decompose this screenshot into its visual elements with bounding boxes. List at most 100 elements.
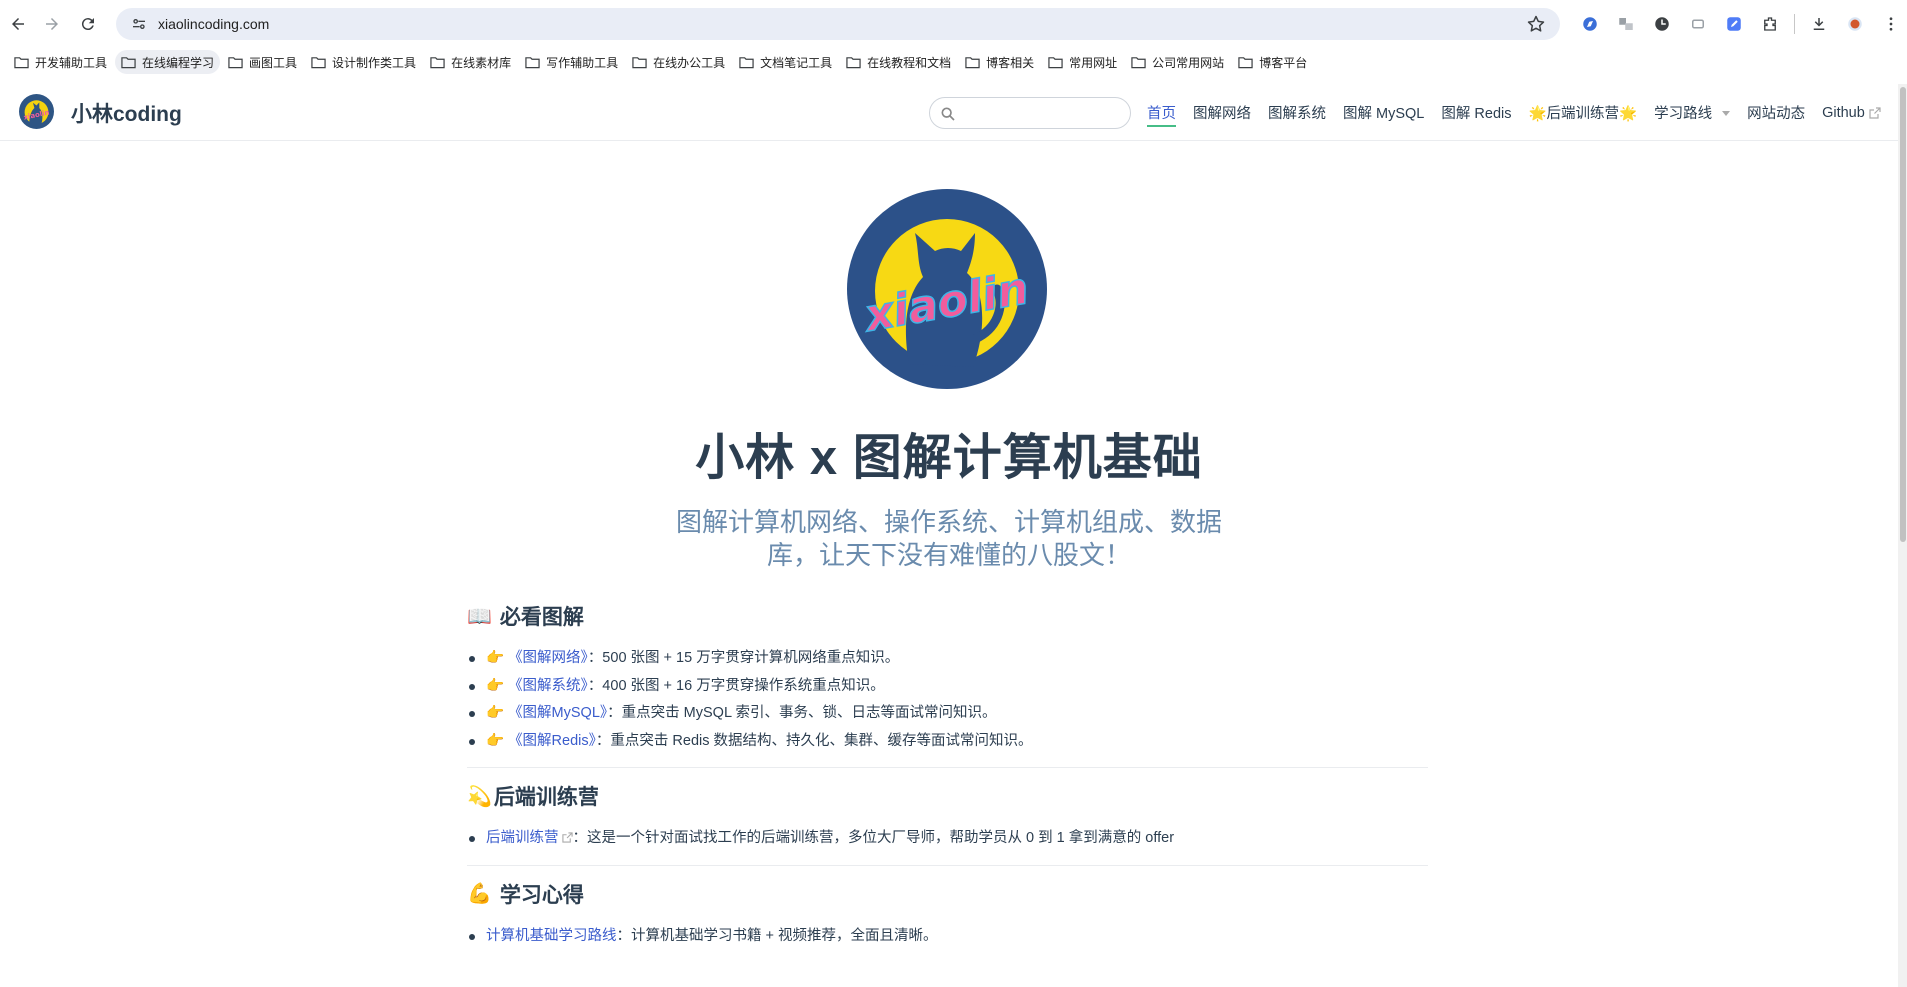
bookmark-folder[interactable]: 在线素材库 <box>424 50 517 74</box>
bookmark-folder[interactable]: 设计制作类工具 <box>305 50 422 74</box>
extensions-menu-button[interactable] <box>1752 10 1788 38</box>
bookmark-label: 在线教程和文档 <box>867 55 952 70</box>
kebab-menu-icon <box>1889 17 1893 31</box>
list-item-text: ：计算机基础学习书籍 + 视频推荐，全面且清晰。 <box>616 927 938 944</box>
bookmark-label: 写作辅助工具 <box>546 55 619 70</box>
bookmark-label: 文档笔记工具 <box>760 55 833 70</box>
tab-extension-icon <box>1692 19 1704 29</box>
link-redis-book[interactable]: 《图解Redis》 <box>508 733 596 749</box>
url-text[interactable]: xiaolincoding.com <box>158 16 269 32</box>
bookmark-folder[interactable]: 常用网址 <box>1042 50 1123 74</box>
bookmark-folder[interactable]: 文档笔记工具 <box>733 50 838 74</box>
bookmark-label: 画图工具 <box>249 55 298 70</box>
bookmark-folder[interactable]: 在线编程学习 <box>115 50 221 74</box>
list-item-text: ：重点突击 Redis 数据结构、持久化、集群、缓存等面试常问知识。 <box>595 732 1033 749</box>
bookmark-folder[interactable]: 博客相关 <box>959 50 1040 74</box>
bookmark-label: 在线编程学习 <box>142 55 215 70</box>
bookmark-folder[interactable]: 在线教程和文档 <box>840 50 957 74</box>
back-button[interactable] <box>0 6 36 42</box>
nav-link-system[interactable]: 图解系统 <box>1268 84 1326 141</box>
bookmark-label: 常用网址 <box>1069 55 1118 70</box>
folder-icon <box>14 56 29 68</box>
nav-link-redis[interactable]: 图解 Redis <box>1441 84 1511 141</box>
link-mysql-book[interactable]: 《图解MySQL》 <box>508 705 607 721</box>
extension-button[interactable] <box>1608 10 1644 38</box>
bookmark-label: 开发辅助工具 <box>35 55 108 70</box>
pointing-hand-icon: 👉 <box>486 732 505 749</box>
link-learning-roadmap[interactable]: 计算机基础学习路线 <box>486 928 617 944</box>
list-item-text: ：这是一个针对面试找工作的后端训练营，多位大厂导师，帮助学员从 0 到 1 拿到… <box>572 830 1175 846</box>
hero-description: 图解计算机网络、操作系统、计算机组成、数据库，让天下没有难懂的八股文！ <box>675 507 1222 570</box>
address-bar[interactable]: xiaolincoding.com <box>116 8 1560 40</box>
toolbar-divider <box>1794 14 1795 34</box>
puzzle-icon <box>1764 17 1776 31</box>
bookmark-folder[interactable]: 在线办公工具 <box>626 50 731 74</box>
folder-icon <box>632 56 647 68</box>
folder-icon <box>739 56 754 68</box>
folder-icon <box>121 56 136 68</box>
downloads-button[interactable] <box>1801 10 1837 38</box>
section-title: 后端训练营 <box>493 786 599 809</box>
browser-toolbar: xiaolincoding.com <box>0 0 1907 48</box>
scrollbar-thumb[interactable] <box>1900 87 1906 542</box>
section-heading-backend-camp: 💫 后端训练营 <box>467 780 1428 812</box>
list-item: 👉 《图解MySQL》：重点突击 MySQL 索引、事务、锁、日志等面试常问知识。 <box>467 700 1428 728</box>
compass-extension-icon <box>1583 17 1597 31</box>
link-backend-camp[interactable]: 后端训练营 <box>486 830 573 846</box>
list-item-text: ：重点突击 MySQL 索引、事务、锁、日志等面试常问知识。 <box>607 705 997 721</box>
site-search[interactable] <box>929 97 1131 129</box>
list-item: 👉 《图解Redis》：重点突击 Redis 数据结构、持久化、集群、缓存等面试常… <box>467 728 1428 756</box>
section-divider <box>467 864 1428 866</box>
profile-button[interactable] <box>1837 10 1873 38</box>
translate-extension-icon <box>1619 18 1633 30</box>
nav-dropdown-roadmap[interactable]: 学习路线 <box>1654 84 1731 141</box>
extension-button[interactable] <box>1716 10 1752 38</box>
browser-menu-button[interactable] <box>1873 10 1907 38</box>
flexed-biceps-icon: 💪 <box>467 883 492 905</box>
bookmark-folder[interactable]: 博客平台 <box>1232 50 1313 74</box>
bookmark-label: 在线素材库 <box>451 55 512 70</box>
bookmark-folder[interactable]: 写作辅助工具 <box>519 50 624 74</box>
extension-button[interactable] <box>1680 10 1716 38</box>
section-heading-must-read: 📖 必看图解 <box>467 600 1428 632</box>
list-item: 👉 《图解网络》：500 张图 + 15 万字贯穿计算机网络重点知识。 <box>467 645 1428 673</box>
extension-button[interactable] <box>1644 10 1680 38</box>
nav-link-network[interactable]: 图解网络 <box>1193 84 1251 141</box>
bookmarks-bar: 开发辅助工具 在线编程学习 画图工具 设计制作类工具 在线素材库 写作辅助工具 在线办公工具… <box>0 48 1907 76</box>
nav-link-github[interactable]: Github <box>1822 84 1881 141</box>
extension-button[interactable] <box>1572 10 1608 38</box>
site-name[interactable]: 小林coding <box>71 98 182 128</box>
site-logo[interactable]: xiaolin <box>19 94 54 129</box>
link-system-book[interactable]: 《图解系统》 <box>508 678 588 694</box>
section-title: 必看图解 <box>499 606 584 629</box>
site-info-button[interactable] <box>124 9 154 39</box>
nav-link-camp[interactable]: 🌟后端训练营🌟 <box>1528 84 1637 141</box>
download-icon <box>1813 18 1825 30</box>
folder-icon <box>846 56 861 68</box>
list-item: 计算机基础学习路线：计算机基础学习书籍 + 视频推荐，全面且清晰。 <box>467 923 1428 951</box>
external-link-icon <box>561 832 573 843</box>
star-icon[interactable] <box>1526 14 1546 34</box>
nav-link-home[interactable]: 首页 <box>1147 84 1176 141</box>
bookmark-label: 博客相关 <box>986 55 1035 70</box>
folder-icon <box>311 56 326 68</box>
pointing-hand-icon: 👉 <box>486 650 505 666</box>
nav-link-news[interactable]: 网站动态 <box>1747 84 1805 141</box>
folder-icon <box>430 56 445 68</box>
pen-extension-icon <box>1727 17 1741 31</box>
nav-link-mysql[interactable]: 图解 MySQL <box>1343 84 1424 141</box>
search-icon <box>941 107 955 121</box>
bookmark-folder[interactable]: 开发辅助工具 <box>8 50 113 74</box>
folder-icon <box>1238 56 1253 68</box>
arrow-right-icon <box>46 18 58 30</box>
search-input[interactable] <box>962 102 1122 124</box>
bookmark-folder[interactable]: 画图工具 <box>222 50 303 74</box>
bookmark-folder[interactable]: 公司常用网站 <box>1125 50 1230 74</box>
link-network-book[interactable]: 《图解网络》 <box>508 650 588 666</box>
must-read-list: 👉 《图解网络》：500 张图 + 15 万字贯穿计算机网络重点知识。 👉 《图解系… <box>467 645 1428 755</box>
reload-button[interactable] <box>70 6 106 42</box>
folder-icon <box>1131 56 1146 68</box>
external-link-icon <box>1869 106 1881 119</box>
reload-icon <box>81 18 94 31</box>
forward-button[interactable] <box>34 6 70 42</box>
